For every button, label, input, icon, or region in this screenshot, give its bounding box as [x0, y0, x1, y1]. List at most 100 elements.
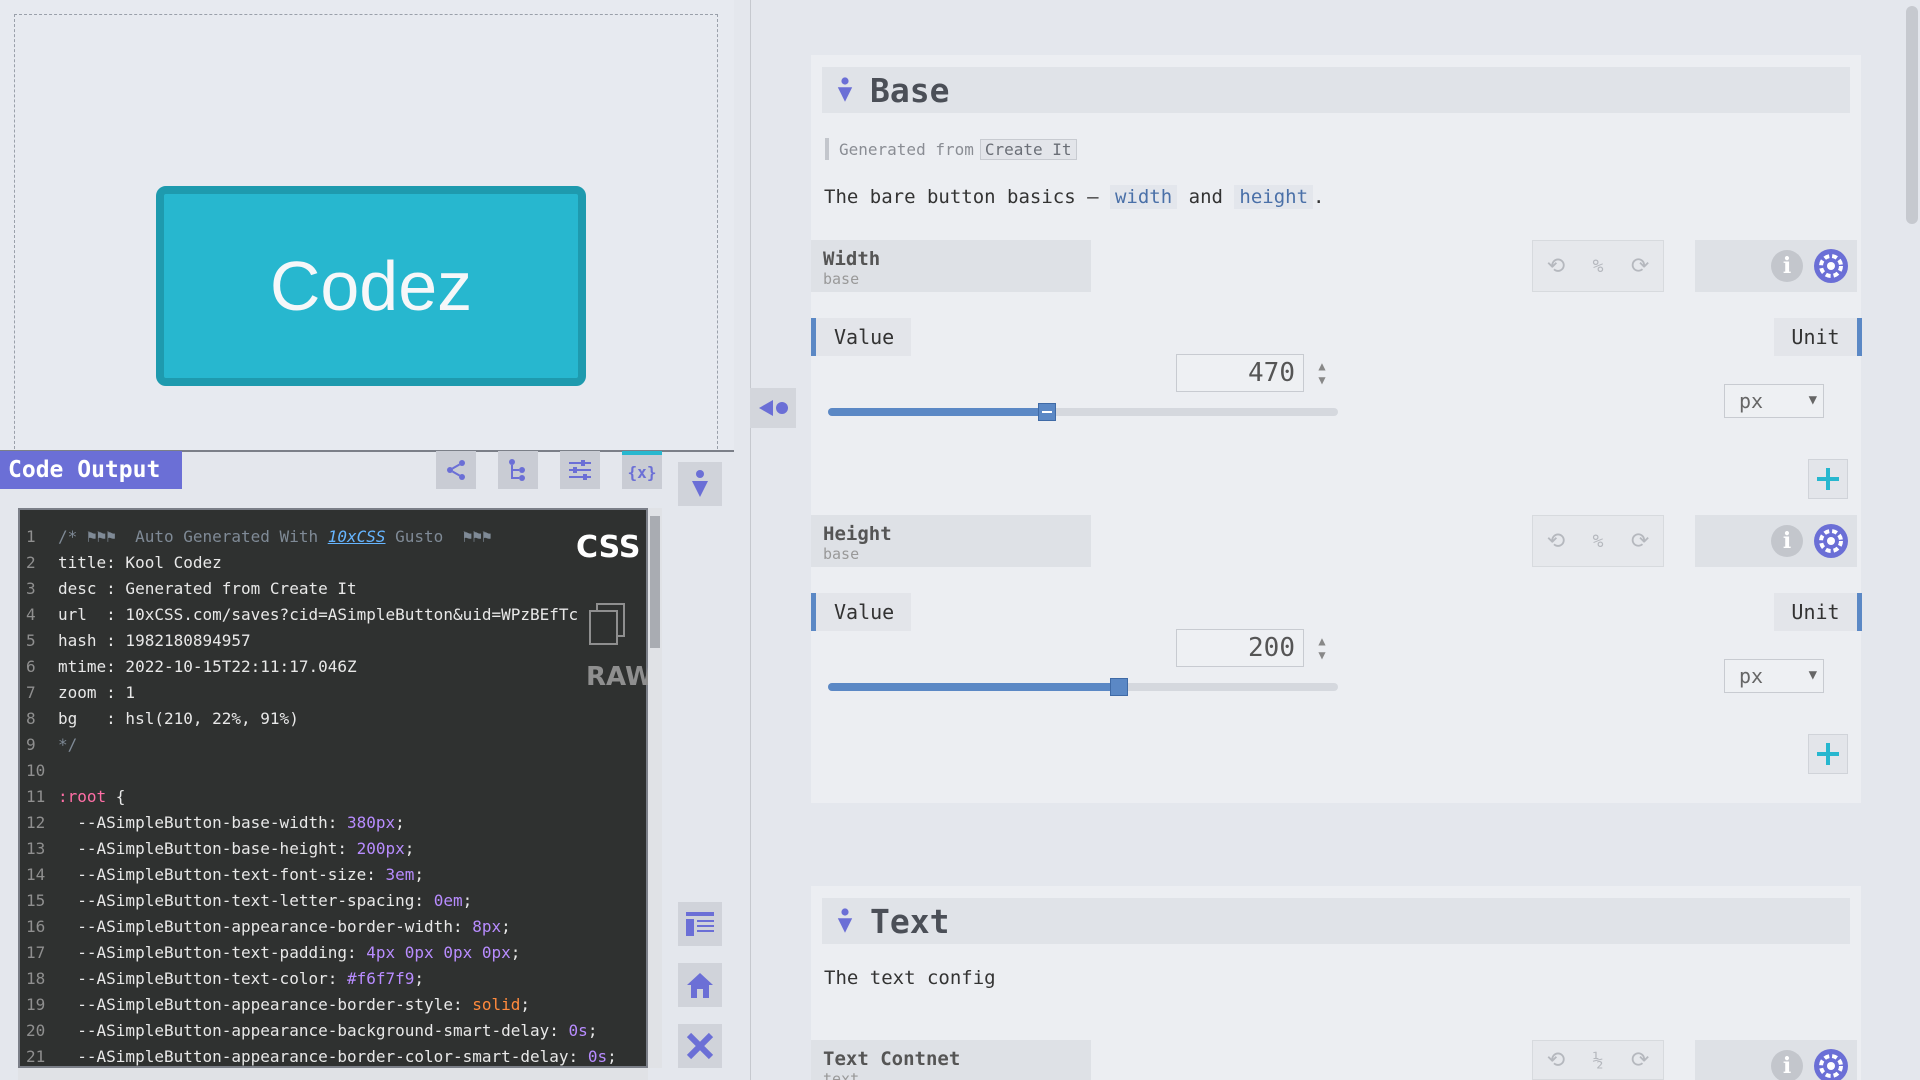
- preview-codez-button[interactable]: Codez: [156, 186, 586, 386]
- code-output-panel[interactable]: 1 /* ⚑⚑⚑ Auto Generated With 10xCSS Gusto…: [18, 508, 648, 1068]
- ratio-icon[interactable]: %: [1593, 256, 1604, 277]
- line-number: 17: [26, 943, 46, 962]
- share-icon: [447, 460, 465, 480]
- chevron-down-icon[interactable]: ▼: [1318, 373, 1325, 387]
- css-semicolon: ;: [404, 839, 415, 858]
- width-stepper[interactable]: ▲ ▼: [1313, 354, 1331, 392]
- info-icon[interactable]: i: [1771, 525, 1803, 557]
- plus-icon: [1817, 468, 1839, 490]
- chevron-down-icon[interactable]: ▼: [1318, 648, 1325, 662]
- height-add-button[interactable]: [1808, 734, 1848, 774]
- css-semicolon: ;: [520, 995, 531, 1014]
- info-icon[interactable]: i: [1771, 1050, 1803, 1080]
- 10xcss-link[interactable]: 10xCSS: [328, 527, 386, 546]
- code-text: title: Kool Codez: [58, 553, 222, 572]
- width-property[interactable]: Width base: [811, 240, 1091, 292]
- gear-icon[interactable]: [1812, 1047, 1850, 1080]
- code-line: 16 --ASimpleButton-appearance-border-wid…: [26, 914, 636, 940]
- tree-icon: [509, 459, 525, 481]
- height-stepper[interactable]: ▲ ▼: [1313, 629, 1331, 667]
- gear-icon[interactable]: [1812, 522, 1850, 560]
- ratio-icon[interactable]: %: [1593, 531, 1604, 552]
- chevron-up-icon[interactable]: ▲: [1318, 359, 1325, 373]
- line-number: 12: [26, 813, 46, 832]
- arrow-left-icon: [759, 400, 788, 416]
- undo-icon[interactable]: ⟲: [1547, 254, 1565, 279]
- info-icon[interactable]: i: [1771, 250, 1803, 282]
- undo-icon[interactable]: ⟲: [1547, 1048, 1565, 1073]
- height-slider[interactable]: [828, 678, 1338, 696]
- close-button[interactable]: [678, 1024, 722, 1068]
- text-card-header[interactable]: Text: [822, 898, 1850, 944]
- share-button[interactable]: [436, 451, 476, 489]
- css-format-label[interactable]: CSS: [576, 530, 640, 565]
- gear-icon[interactable]: [1812, 247, 1850, 285]
- css-var-name: --ASimpleButton-text-letter-spacing:: [58, 891, 434, 910]
- height-history-controls: ⟲% ⟳: [1532, 515, 1664, 567]
- css-var-value: 8px: [472, 917, 502, 936]
- height-property[interactable]: Height base: [811, 515, 1091, 567]
- collapse-pane-button[interactable]: [750, 388, 796, 428]
- code-line: 15 --ASimpleButton-text-letter-spacing: …: [26, 888, 636, 914]
- code-line: 12 --ASimpleButton-base-width: 380px;: [26, 810, 636, 836]
- code-text: mtime: 2022-10-15T22:11:17.046Z: [58, 657, 357, 676]
- raw-format-label[interactable]: RAW: [586, 662, 654, 692]
- pane-splitter[interactable]: [734, 0, 751, 1080]
- copy-icon[interactable]: [588, 602, 626, 646]
- ratio-icon[interactable]: ½: [1593, 1050, 1604, 1071]
- code-line: 18 --ASimpleButton-text-color: #f6f7f9;: [26, 966, 636, 992]
- variables-button[interactable]: {x}: [622, 451, 662, 489]
- text-content-property[interactable]: Text Contnet text: [811, 1040, 1091, 1080]
- pin-icon: [837, 908, 853, 933]
- pin-button[interactable]: [678, 462, 722, 506]
- line-number: 19: [26, 995, 46, 1014]
- main-scrollbar-thumb[interactable]: [1906, 6, 1918, 224]
- code-line: 4 url : 10xCSS.com/saves?cid=ASimpleButto…: [26, 602, 636, 628]
- css-var-value: solid: [472, 995, 521, 1014]
- line-number: 14: [26, 865, 46, 884]
- width-history-controls: ⟲% ⟳: [1532, 240, 1664, 292]
- code-scrollbar-thumb[interactable]: [650, 516, 660, 648]
- braces-icon: {x}: [627, 462, 657, 482]
- css-var-value: 3em: [385, 865, 415, 884]
- create-it-tag[interactable]: Create It: [979, 138, 1077, 160]
- generated-from: Generated from Create It: [825, 138, 1077, 160]
- base-title: Base: [870, 70, 950, 110]
- pin-icon: [692, 470, 708, 497]
- code-horizontal-scrollbar[interactable]: [18, 1068, 648, 1080]
- settings-sliders-button[interactable]: [560, 451, 600, 489]
- text-description: The text config: [824, 967, 996, 989]
- height-unit-label: Unit: [1774, 593, 1862, 631]
- code-line: 17 --ASimpleButton-text-padding: 4px 0px…: [26, 940, 636, 966]
- code-line: 1 /* ⚑⚑⚑ Auto Generated With 10xCSS Gusto…: [26, 524, 636, 550]
- width-unit-select[interactable]: px ▼: [1724, 384, 1824, 418]
- height-value-input[interactable]: 200: [1176, 629, 1304, 667]
- line-number: 16: [26, 917, 46, 936]
- undo-icon[interactable]: ⟲: [1547, 529, 1565, 554]
- width-unit-label: Unit: [1774, 318, 1862, 356]
- code-text: desc : Generated from Create It: [58, 579, 357, 598]
- layout-button[interactable]: [678, 902, 722, 946]
- width-slider[interactable]: [828, 403, 1338, 421]
- css-semicolon: ;: [510, 943, 521, 962]
- height-unit-select[interactable]: px ▼: [1724, 659, 1824, 693]
- code-text: :root {: [58, 787, 126, 806]
- height-slider-thumb[interactable]: [1109, 678, 1128, 696]
- redo-icon[interactable]: ⟳: [1631, 529, 1649, 554]
- width-value-input[interactable]: 470: [1176, 354, 1304, 392]
- home-button[interactable]: [678, 963, 722, 1007]
- base-card-header[interactable]: Base: [822, 67, 1850, 113]
- text-history-controls: ⟲ ½ ⟳: [1532, 1040, 1664, 1080]
- height-value-label: Value: [811, 593, 911, 631]
- width-slider-thumb[interactable]: [1038, 403, 1057, 421]
- chevron-up-icon[interactable]: ▲: [1318, 634, 1325, 648]
- width-add-button[interactable]: [1808, 459, 1848, 499]
- desc-height-word: height: [1234, 185, 1314, 209]
- width-value-label: Value: [811, 318, 911, 356]
- code-line: 14 --ASimpleButton-text-font-size: 3em;: [26, 862, 636, 888]
- redo-icon[interactable]: ⟳: [1631, 1048, 1649, 1073]
- redo-icon[interactable]: ⟳: [1631, 254, 1649, 279]
- tree-button[interactable]: [498, 451, 538, 489]
- line-number: 7: [26, 683, 36, 702]
- css-var-name: --ASimpleButton-appearance-background-sm…: [58, 1021, 569, 1040]
